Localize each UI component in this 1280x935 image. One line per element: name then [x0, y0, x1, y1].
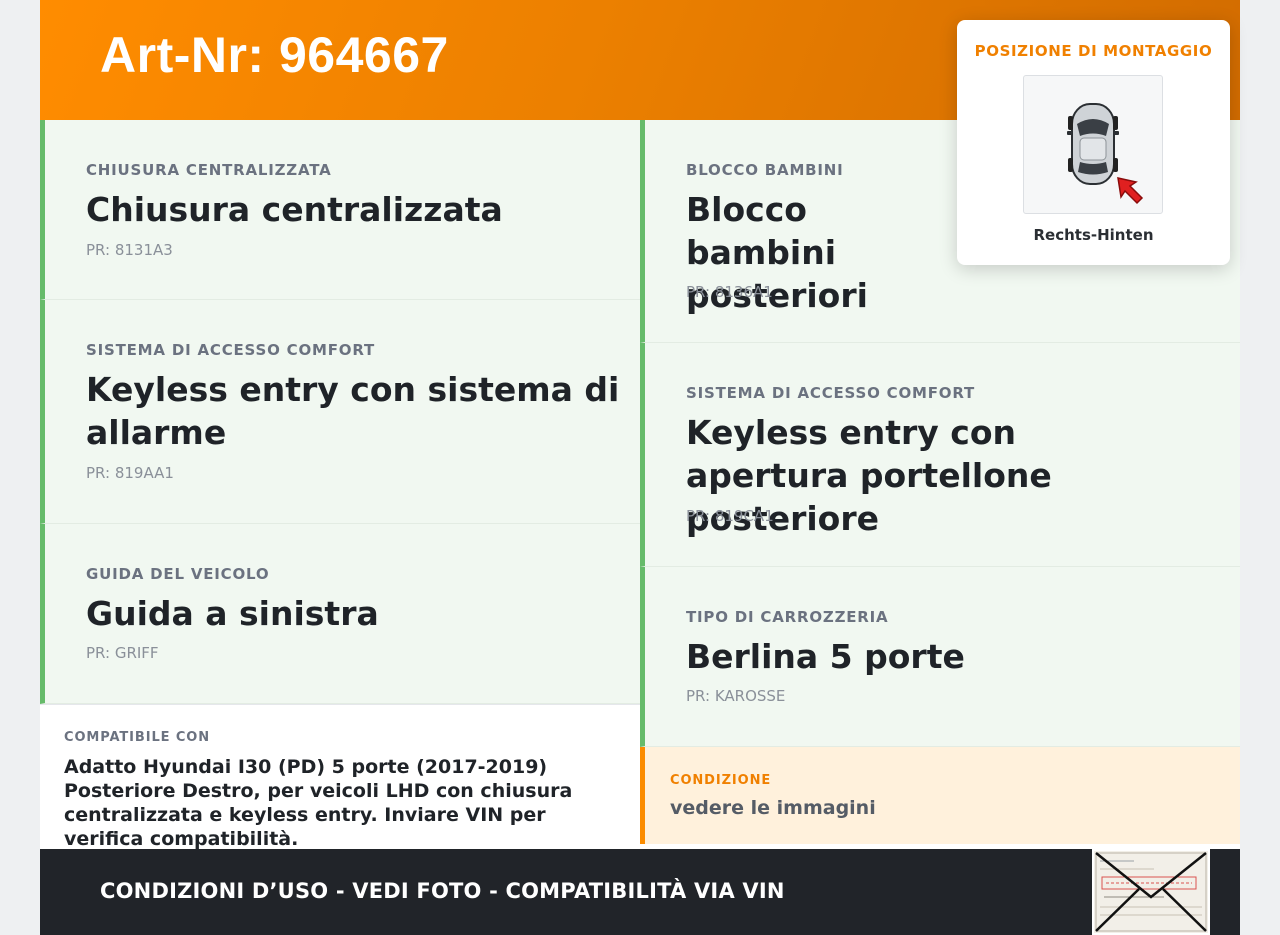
mounting-position-label: Rechts-Hinten: [1033, 226, 1154, 244]
feature-value: Keyless entry con sistema di allarme: [86, 370, 620, 452]
document-thumbnail[interactable]: [1092, 849, 1210, 935]
feature-value: Berlina 5 porte: [686, 637, 965, 676]
condition-label: CONDIZIONE: [670, 773, 772, 788]
feature-category: CHIUSURA CENTRALIZZATA: [86, 161, 332, 179]
feature-comfort-access-tailgate: SISTEMA DI ACCESSO COMFORT Keyless entry…: [640, 343, 1240, 567]
footer-bar: CONDIZIONI D’USO - VEDI FOTO - COMPATIBI…: [40, 849, 1240, 935]
feature-pr-code: PR: GRIFF: [86, 644, 159, 662]
feature-comfort-access-alarm: SISTEMA DI ACCESSO COMFORT Keyless entry…: [40, 300, 640, 524]
feature-category: BLOCCO BAMBINI: [686, 161, 844, 179]
compatibility-text: Adatto Hyundai I30 (PD) 5 porte (2017-20…: [64, 756, 573, 850]
feature-category: SISTEMA DI ACCESSO COMFORT: [86, 341, 376, 359]
feature-value: Guida a sinistra: [86, 594, 379, 633]
product-card: Art-Nr: 964667 CHIUSURA CENTRALIZZATA Ch…: [40, 0, 1240, 935]
feature-vehicle-drive: GUIDA DEL VEICOLO Guida a sinistra PR: G…: [40, 524, 640, 704]
condition-section: CONDIZIONE vedere le immagini: [640, 747, 1240, 844]
feature-pr-code: PR: 819AA1: [86, 464, 174, 482]
mounting-position-title: POSIZIONE DI MONTAGGIO: [974, 42, 1213, 60]
article-number-title: Art-Nr: 964667: [100, 27, 449, 83]
mounting-position-image: [1023, 75, 1163, 214]
feature-body-type: TIPO DI CARROZZERIA Berlina 5 porte PR: …: [640, 567, 1240, 747]
feature-category: TIPO DI CARROZZERIA: [686, 608, 889, 626]
compatibility-label: COMPATIBILE CON: [64, 730, 211, 745]
feature-pr-code: PR: 819CA1: [686, 507, 774, 525]
feature-central-locking: CHIUSURA CENTRALIZZATA Chiusura centrali…: [40, 120, 640, 300]
feature-value: Chiusura centralizzata: [86, 190, 503, 229]
red-arrow-icon: [1117, 177, 1144, 205]
mounting-position-popup: POSIZIONE DI MONTAGGIO Rechts-Hinten: [957, 20, 1230, 265]
feature-pr-code: PR: KAROSSE: [686, 687, 786, 705]
feature-category: SISTEMA DI ACCESSO COMFORT: [686, 384, 976, 402]
registration-document-image: [1094, 851, 1208, 933]
footer-text: CONDIZIONI D’USO - VEDI FOTO - COMPATIBI…: [100, 879, 785, 903]
compatibility-section: COMPATIBILE CON Adatto Hyundai I30 (PD) …: [40, 704, 640, 850]
feature-category: GUIDA DEL VEICOLO: [86, 565, 270, 583]
condition-text: vedere le immagini: [670, 797, 876, 819]
feature-pr-code: PR: 8136A1: [686, 283, 773, 301]
feature-pr-code: PR: 8131A3: [86, 241, 173, 259]
